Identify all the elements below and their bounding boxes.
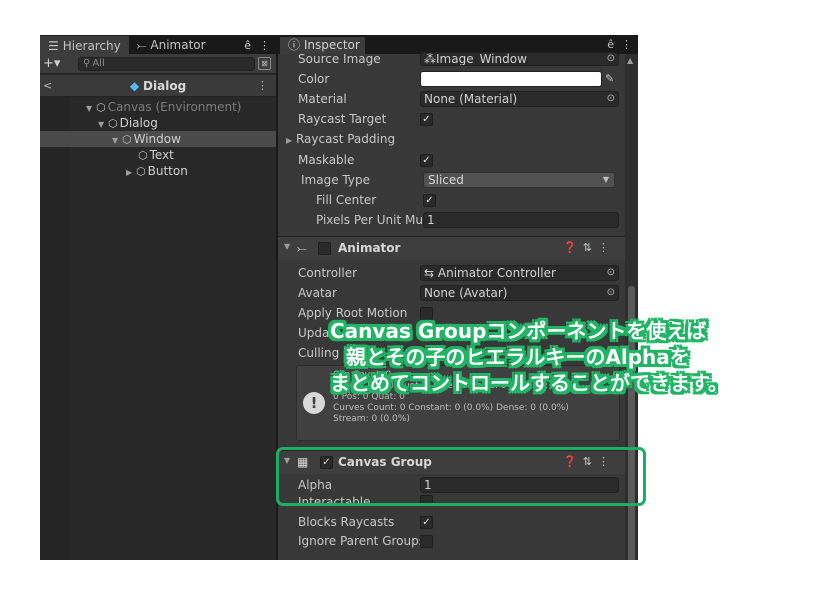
tree-item-window[interactable]: ▼ ⬡ Window [40, 131, 276, 147]
gameobject-icon: ⬡ [138, 149, 148, 162]
help-icon[interactable]: ❓ [563, 241, 583, 254]
collapsed-triangle-icon[interactable]: ▶ [126, 165, 136, 181]
blocks-raycasts-checkbox[interactable]: ✓ [420, 516, 433, 529]
object-picker-icon[interactable]: ⊙ [607, 53, 615, 65]
source-image-row: Source Image ⁂Image_Window ⊙ [278, 49, 625, 69]
object-picker-icon[interactable]: ⊙ [607, 286, 615, 300]
tab-hierarchy[interactable]: ☰ Hierarchy [40, 36, 129, 54]
object-picker-icon[interactable]: ⊙ [607, 92, 615, 106]
chevron-down-icon: ▼ [602, 175, 609, 184]
animator-icon: ⤚ [136, 37, 147, 52]
scene-visibility-icon[interactable]: ⊠ [258, 57, 271, 70]
hierarchy-panel: ☰ Hierarchy ⤚ Animator ê ⋮ +▾ ⚲ All ⊠ < ◆… [40, 35, 276, 560]
fill-center-row: Fill Center ✓ [278, 190, 625, 210]
ignore-parent-groups-checkbox[interactable] [420, 535, 433, 548]
color-row: Color ✎ [298, 71, 615, 87]
avatar-field[interactable]: None (Avatar) ⊙ [420, 285, 619, 301]
canvas-group-highlight [276, 447, 646, 506]
gameobject-icon: ⬡ [122, 133, 132, 146]
source-image-field[interactable]: ⁂Image_Window ⊙ [420, 52, 619, 66]
tree-item-text[interactable]: ⬡ Text [40, 147, 276, 163]
material-field[interactable]: None (Material) ⊙ [420, 91, 619, 107]
controller-field[interactable]: ⇆ Animator Controller ⊙ [420, 265, 619, 281]
gameobject-icon: ⬡ [96, 101, 106, 114]
animator-enabled-checkbox[interactable] [318, 242, 331, 255]
add-button[interactable]: +▾ [43, 56, 60, 71]
lock-icon[interactable]: ê [244, 39, 251, 52]
collapsed-triangle-icon[interactable]: ▶ [286, 136, 292, 145]
pixels-per-unit-row: Pixels Per Unit Mul 1 [278, 210, 625, 230]
animator-component-header[interactable]: ▼ ⤚ Animator ❓⇅⋮ [278, 236, 625, 260]
color-field[interactable] [420, 71, 602, 87]
gameobject-icon: ⬡ [136, 165, 146, 178]
controller-icon: ⇆ [424, 266, 435, 280]
pixels-per-unit-field[interactable]: 1 [423, 212, 619, 228]
gameobject-icon: ⬡ [108, 117, 118, 130]
tab-animator[interactable]: ⤚ Animator [129, 36, 214, 54]
hierarchy-toolbar: +▾ ⚲ All ⊠ [40, 54, 276, 74]
tree-item-dialog[interactable]: ▼ ⬡ Dialog [40, 115, 276, 131]
more-icon[interactable]: ⋮ [257, 79, 268, 92]
prefab-cube-icon: ◆ [129, 79, 140, 93]
hierarchy-tabbar: ☰ Hierarchy ⤚ Animator ê ⋮ [40, 35, 276, 54]
avatar-row: Avatar None (Avatar) ⊙ [278, 283, 625, 303]
list-icon: ☰ [48, 39, 59, 53]
image-type-dropdown[interactable]: Sliced ▼ [423, 172, 615, 188]
tree-item-canvas[interactable]: ▼ ⬡ Canvas (Environment) [40, 99, 276, 115]
animator-icon: ⤚ [297, 241, 307, 255]
maskable-row: Maskable ✓ [278, 150, 625, 170]
image-type-row: Image Type Sliced ▼ [278, 170, 625, 190]
more-icon[interactable]: ⋮ [259, 39, 270, 52]
prefab-title: ◆ Dialog [129, 79, 187, 93]
breadcrumb: < ◆ Dialog ⋮ [40, 75, 276, 97]
object-picker-icon[interactable]: ⊙ [607, 266, 615, 280]
eyedropper-icon[interactable]: ✎ [605, 72, 614, 85]
search-input[interactable]: ⚲ All [78, 57, 255, 71]
material-row: Material None (Material) ⊙ [278, 89, 625, 109]
fill-center-checkbox[interactable]: ✓ [423, 194, 436, 207]
annotation-callout: Canvas Groupコンポーネントを使えば 親とその子のヒエラルキーのAlp… [330, 319, 728, 395]
maskable-checkbox[interactable]: ✓ [420, 154, 433, 167]
ignore-parent-groups-row: Ignore Parent Groups [278, 531, 625, 551]
blocks-raycasts-row: Blocks Raycasts ✓ [278, 512, 625, 532]
raycast-padding-row[interactable]: ▶ Raycast Padding [278, 129, 625, 149]
tree-item-button[interactable]: ▶ ⬡ Button [40, 163, 276, 179]
scroll-up-icon[interactable]: ▲ [627, 56, 633, 65]
info-icon: ! [303, 392, 325, 414]
more-icon[interactable]: ⋮ [598, 241, 615, 254]
search-icon: ⚲ [83, 58, 91, 69]
expand-triangle-icon[interactable]: ▼ [284, 242, 290, 251]
sprite-icon: ⁂ [424, 52, 436, 66]
controller-row: Controller ⇆ Animator Controller ⊙ [278, 263, 625, 283]
raycast-target-checkbox[interactable]: ✓ [420, 113, 433, 126]
preset-icon[interactable]: ⇅ [583, 241, 598, 254]
raycast-target-row: Raycast Target ✓ [278, 109, 625, 129]
